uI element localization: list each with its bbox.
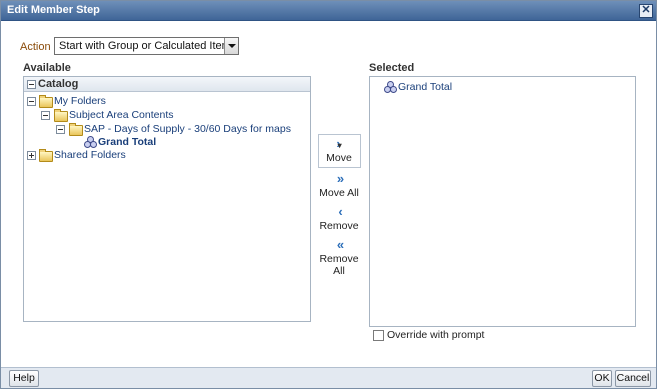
cancel-button[interactable]: Cancel <box>615 370 651 387</box>
folder-icon <box>54 109 68 122</box>
available-label: Available <box>23 62 71 74</box>
tree-item-sap-days-of-supply[interactable]: SAP - Days of Supply - 30/60 Days for ma… <box>84 123 291 135</box>
folder-icon <box>69 123 83 136</box>
move-button[interactable]: ›▾ Move <box>319 136 359 164</box>
double-chevron-right-icon: » <box>336 171 344 186</box>
selected-list-panel[interactable]: Grand Total <box>369 76 636 327</box>
move-all-label: Move All <box>319 187 359 199</box>
title-bar[interactable]: Edit Member Step ✕ <box>1 1 656 21</box>
collapse-icon[interactable] <box>41 111 50 120</box>
selected-label: Selected <box>369 62 415 74</box>
catalog-label: Catalog <box>38 78 79 90</box>
chevron-left-icon: ‹ <box>338 204 342 219</box>
selected-item-grand-total[interactable]: Grand Total <box>398 81 452 93</box>
action-dropdown[interactable]: Start with Group or Calculated Item <box>54 37 239 55</box>
collapse-icon[interactable] <box>27 97 36 106</box>
tree-item-my-folders[interactable]: My Folders <box>54 95 106 107</box>
member-group-icon <box>84 136 97 148</box>
folder-icon <box>39 95 53 108</box>
ok-button[interactable]: OK <box>592 370 612 387</box>
tree-item-grand-total[interactable]: Grand Total <box>98 136 156 148</box>
tree-item-subject-area-contents[interactable]: Subject Area Contents <box>69 109 173 121</box>
edit-member-step-dialog: Edit Member Step ✕ Action Start with Gro… <box>0 0 657 389</box>
move-label: Move <box>326 152 352 164</box>
folder-icon <box>39 149 53 162</box>
chevron-down-icon[interactable] <box>224 38 238 54</box>
available-tree-panel[interactable]: Catalog My Folders Subject Area Contents… <box>23 76 311 322</box>
catalog-header[interactable]: Catalog <box>24 77 310 92</box>
help-button[interactable]: Help <box>9 370 39 387</box>
action-selected-value: Start with Group or Calculated Item <box>59 40 231 52</box>
dialog-footer: Help OK Cancel <box>1 367 656 388</box>
remove-label: Remove <box>319 220 359 232</box>
collapse-icon[interactable] <box>27 80 36 89</box>
dialog-title: Edit Member Step <box>7 4 100 16</box>
action-label: Action <box>20 41 51 53</box>
move-right-icon: ›▾ <box>336 136 342 151</box>
remove-all-label: Remove All <box>319 253 359 277</box>
override-label: Override with prompt <box>387 329 485 341</box>
remove-button[interactable]: ‹ Remove <box>315 204 363 232</box>
remove-all-button[interactable]: « Remove All <box>313 237 365 277</box>
double-chevron-left-icon: « <box>336 237 344 252</box>
expand-icon[interactable] <box>27 151 36 160</box>
collapse-icon[interactable] <box>56 125 65 134</box>
member-group-icon <box>384 81 397 93</box>
override-checkbox[interactable] <box>373 330 384 341</box>
close-icon[interactable]: ✕ <box>639 4 653 18</box>
move-all-button[interactable]: » Move All <box>315 171 363 199</box>
tree-item-shared-folders[interactable]: Shared Folders <box>54 149 126 161</box>
